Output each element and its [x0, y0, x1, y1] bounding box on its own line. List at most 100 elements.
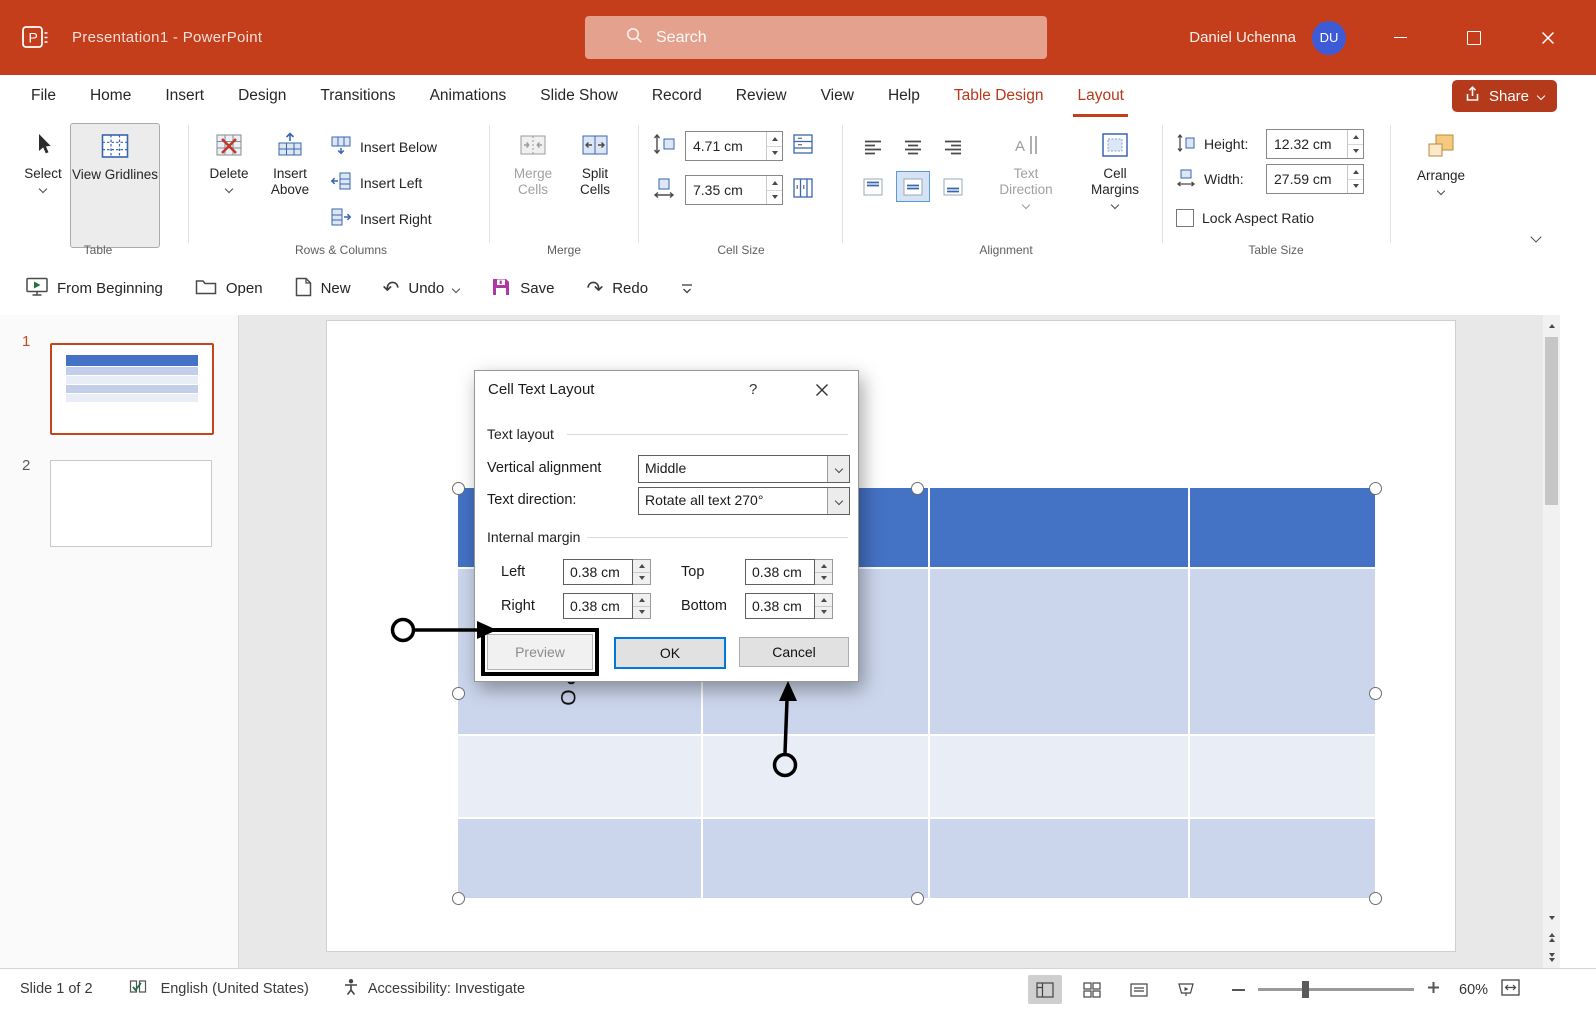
cell-width-input[interactable]: 7.35 cm: [685, 175, 783, 205]
distribute-rows-icon[interactable]: [792, 133, 814, 160]
lock-aspect-ratio-checkbox[interactable]: [1176, 209, 1194, 227]
tab-file[interactable]: File: [14, 75, 73, 117]
language-indicator[interactable]: English (United States): [161, 981, 309, 997]
zoom-slider-thumb[interactable]: [1302, 981, 1309, 998]
table-height-spinner[interactable]: [1347, 130, 1363, 158]
center-vertically-button[interactable]: [896, 171, 930, 202]
close-button[interactable]: [1526, 16, 1570, 60]
tab-record[interactable]: Record: [635, 75, 719, 117]
reading-view-button[interactable]: [1122, 975, 1156, 1004]
tab-insert[interactable]: Insert: [148, 75, 221, 117]
normal-view-button[interactable]: [1028, 975, 1062, 1004]
delete-button[interactable]: Delete: [200, 123, 258, 246]
table-row[interactable]: [458, 735, 1375, 818]
table-height-input[interactable]: 12.32 cm: [1266, 129, 1364, 159]
selection-handle[interactable]: [452, 892, 465, 905]
search-box[interactable]: Search: [585, 16, 1047, 59]
insert-left-button[interactable]: Insert Left: [324, 167, 443, 198]
scrollbar-thumb[interactable]: [1545, 337, 1558, 505]
bottom-margin-input[interactable]: 0.38 cm: [745, 593, 833, 619]
tab-view[interactable]: View: [804, 75, 871, 117]
selection-handle[interactable]: [452, 687, 465, 700]
accessibility-status[interactable]: Accessibility: Investigate: [368, 981, 525, 997]
vertical-alignment-dropdown[interactable]: Middle: [638, 455, 850, 483]
scroll-down-button[interactable]: [1543, 909, 1560, 926]
tab-design[interactable]: Design: [221, 75, 303, 117]
align-left-button[interactable]: [856, 131, 890, 162]
top-margin-input[interactable]: 0.38 cm: [745, 559, 833, 585]
tab-table-design[interactable]: Table Design: [937, 75, 1061, 117]
zoom-slider[interactable]: [1258, 988, 1414, 991]
tab-slide-show[interactable]: Slide Show: [523, 75, 635, 117]
align-top-button[interactable]: [856, 171, 890, 202]
insert-above-button[interactable]: Insert Above: [258, 123, 322, 246]
tab-transitions[interactable]: Transitions: [303, 75, 412, 117]
text-direction-dropdown[interactable]: Rotate all text 270°: [638, 487, 850, 515]
cell-margins-button[interactable]: Cell Margins: [1082, 123, 1148, 246]
align-right-button[interactable]: [936, 131, 970, 162]
ok-button[interactable]: OK: [614, 637, 726, 669]
insert-right-button[interactable]: Insert Right: [324, 203, 443, 234]
cancel-button[interactable]: Cancel: [739, 637, 849, 667]
left-margin-input[interactable]: 0.38 cm: [563, 559, 651, 585]
zoom-level[interactable]: 60%: [1459, 982, 1488, 998]
selection-handle[interactable]: [1369, 892, 1382, 905]
slide-indicator[interactable]: Slide 1 of 2: [20, 981, 93, 997]
cell-text-layout-dialog[interactable]: Cell Text Layout ? Text layout Vertical …: [474, 370, 859, 682]
cell-height-spinner[interactable]: [766, 132, 782, 160]
arrange-button[interactable]: Arrange: [1402, 123, 1480, 246]
align-center-button[interactable]: [896, 131, 930, 162]
dropdown-arrow-icon[interactable]: [827, 456, 849, 482]
next-slide-button[interactable]: [1543, 949, 1560, 966]
save-button[interactable]: Save: [491, 277, 554, 301]
select-button[interactable]: Select: [16, 123, 70, 246]
tab-review[interactable]: Review: [719, 75, 804, 117]
collapse-ribbon-icon[interactable]: [1530, 231, 1541, 242]
cell-height-input[interactable]: 4.71 cm: [685, 131, 783, 161]
distribute-columns-icon[interactable]: [792, 177, 814, 204]
cell-width-spinner[interactable]: [766, 176, 782, 204]
top-margin-spinner[interactable]: [815, 559, 833, 585]
selection-handle[interactable]: [911, 482, 924, 495]
dialog-close-button[interactable]: [811, 380, 833, 400]
customize-toolbar-button[interactable]: [680, 282, 694, 296]
open-button[interactable]: Open: [195, 278, 263, 300]
slide-sorter-button[interactable]: [1075, 975, 1109, 1004]
right-margin-spinner[interactable]: [633, 593, 651, 619]
table-row[interactable]: [458, 818, 1375, 898]
tab-layout[interactable]: Layout: [1060, 75, 1141, 117]
avatar[interactable]: DU: [1312, 21, 1346, 55]
account-area[interactable]: Daniel Uchenna DU: [1189, 0, 1346, 75]
preview-button[interactable]: Preview: [487, 634, 593, 670]
selection-handle[interactable]: [1369, 482, 1382, 495]
slide2-thumbnail[interactable]: [50, 460, 212, 547]
table-width-input[interactable]: 27.59 cm: [1266, 164, 1364, 194]
view-gridlines-button[interactable]: View Gridlines: [70, 123, 160, 248]
dialog-help-button[interactable]: ?: [749, 381, 757, 398]
align-bottom-button[interactable]: [936, 171, 970, 202]
slide1-thumbnail[interactable]: [50, 343, 214, 435]
left-margin-spinner[interactable]: [633, 559, 651, 585]
selection-handle[interactable]: [911, 892, 924, 905]
zoom-in-button[interactable]: [1427, 981, 1440, 998]
spell-check-icon[interactable]: [129, 979, 147, 999]
insert-below-button[interactable]: Insert Below: [324, 131, 443, 162]
slideshow-view-button[interactable]: [1169, 975, 1203, 1004]
table-width-spinner[interactable]: [1347, 165, 1363, 193]
tab-help[interactable]: Help: [871, 75, 937, 117]
fit-slide-to-window-button[interactable]: [1501, 979, 1520, 1000]
minimize-button[interactable]: [1378, 16, 1422, 60]
dropdown-arrow-icon[interactable]: [827, 488, 849, 514]
selection-handle[interactable]: [1369, 687, 1382, 700]
maximize-button[interactable]: [1452, 16, 1496, 60]
new-button[interactable]: New: [295, 277, 351, 301]
redo-button[interactable]: ↷ Redo: [586, 279, 648, 299]
share-button[interactable]: Share: [1452, 80, 1557, 112]
bottom-margin-spinner[interactable]: [815, 593, 833, 619]
selection-handle[interactable]: [452, 482, 465, 495]
tab-animations[interactable]: Animations: [413, 75, 524, 117]
right-margin-input[interactable]: 0.38 cm: [563, 593, 651, 619]
scroll-up-button[interactable]: [1543, 317, 1560, 334]
tab-home[interactable]: Home: [73, 75, 148, 117]
split-cells-button[interactable]: Split Cells: [565, 123, 625, 246]
